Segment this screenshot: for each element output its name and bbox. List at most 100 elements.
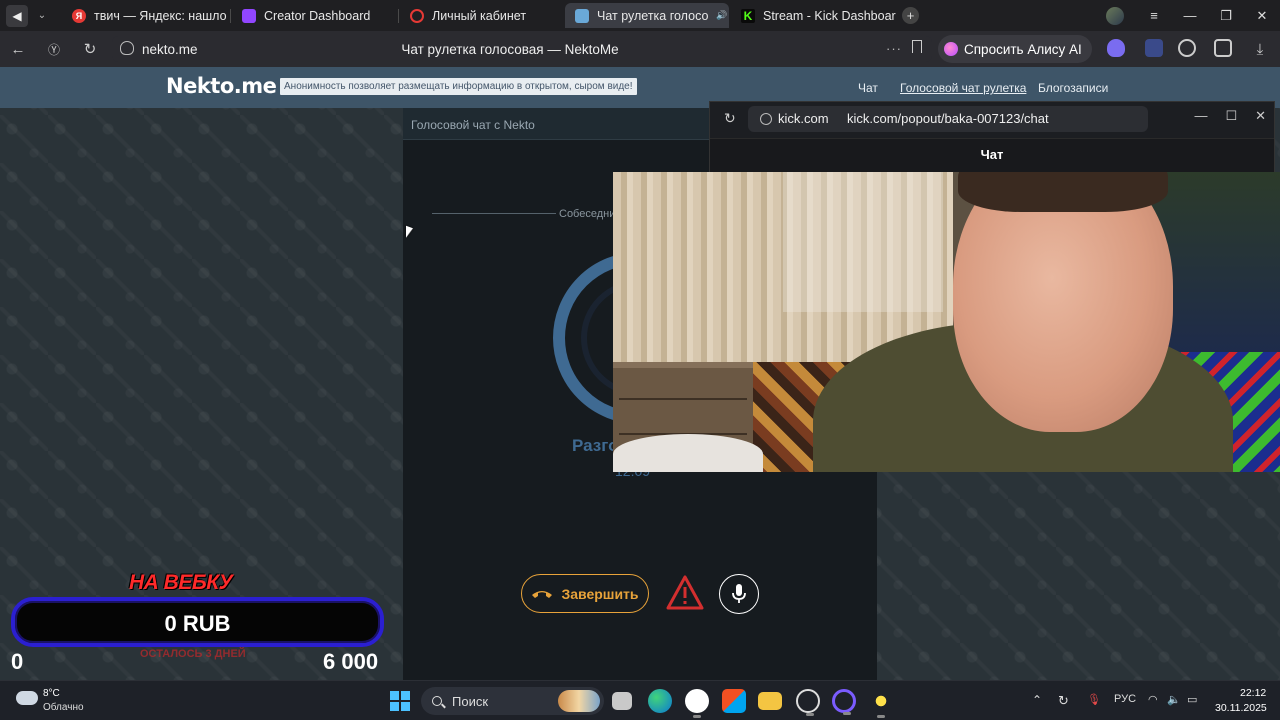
language-indicator[interactable]: РУС <box>1114 693 1136 705</box>
site-info-icon[interactable] <box>120 41 134 55</box>
speaker-icon[interactable]: 🔊 <box>716 10 727 21</box>
donation-goal-bar: 0 RUB <box>11 597 384 647</box>
kick-chat-popout-window: ↻ kick.com kick.com/popout/baka-007123/c… <box>709 101 1275 173</box>
mouse-cursor <box>406 225 413 241</box>
window-controls: ≡ — ❐ ✕ <box>1106 0 1280 31</box>
back-icon[interactable]: ← <box>0 41 36 58</box>
twitch-icon <box>242 8 256 23</box>
more-icon[interactable]: ··· <box>886 41 902 56</box>
webcam-drawer-line <box>619 398 747 400</box>
vpn-extension-icon[interactable] <box>1145 39 1163 57</box>
yandex-home-icon[interactable]: Ⓨ <box>36 41 72 58</box>
nav-chat[interactable]: Чат <box>858 81 878 95</box>
obs-icon[interactable] <box>796 689 820 716</box>
tab-creator-dashboard[interactable]: Creator Dashboard <box>232 3 397 28</box>
volume-icon[interactable]: 🔈 <box>1167 693 1181 706</box>
tab-divider <box>398 9 399 23</box>
task-view-icon[interactable] <box>612 692 632 710</box>
collections-icon[interactable] <box>1214 39 1232 57</box>
popout-window-controls: — ☐ ✕ <box>1194 108 1266 124</box>
tab-kick-dashboard[interactable]: K Stream - Kick Dashboard <box>731 3 896 28</box>
nav-blog[interactable]: Блогозаписи <box>1038 81 1108 95</box>
separator-text: Собеседни <box>559 208 616 220</box>
tray-overflow-icon[interactable]: ⌃ <box>1032 693 1042 707</box>
hang-up-icon <box>532 590 553 598</box>
popout-close-icon[interactable]: ✕ <box>1255 108 1266 124</box>
panel-title: Голосовой чат с Nekto <box>411 118 535 132</box>
media-play-icon[interactable] <box>1178 39 1196 57</box>
donation-goal-title: НА ВЕБКУ <box>129 571 233 594</box>
microphone-icon <box>732 584 746 603</box>
popout-reload-icon[interactable]: ↻ <box>724 110 736 127</box>
site-logo[interactable]: Nekto.me <box>166 74 277 98</box>
yandex-browser-icon[interactable] <box>685 689 709 718</box>
tab-label: Stream - Kick Dashboard <box>763 8 896 23</box>
popout-chat-header: Чат <box>710 138 1274 172</box>
tab-label: твич — Яндекс: нашлось <box>94 8 227 23</box>
edge-icon[interactable] <box>648 689 672 713</box>
clock-time[interactable]: 22:12 <box>1240 687 1266 699</box>
close-window-icon[interactable]: ✕ <box>1244 8 1280 24</box>
end-call-button[interactable]: Завершить <box>521 574 649 613</box>
battery-icon[interactable]: ▭ <box>1187 693 1197 706</box>
warning-icon <box>666 575 704 610</box>
new-tab-button[interactable]: + <box>902 7 919 24</box>
download-icon[interactable]: ⤓ <box>1242 41 1278 58</box>
donation-goal-min: 0 <box>11 649 24 674</box>
page-title: Чат рулетка голосовая — NektoMe <box>401 41 619 57</box>
donation-goal-remaining: ОСТАЛОСЬ 3 ДНЕЙ <box>140 648 246 660</box>
call-status-text: Разго <box>572 436 619 455</box>
alice-app-icon[interactable] <box>832 689 856 715</box>
tab-yandex-search[interactable]: Я твич — Яндекс: нашлось <box>62 3 227 28</box>
store-icon[interactable] <box>722 689 746 713</box>
popout-chat-title: Чат <box>980 147 1004 162</box>
tab-nekto-voice-chat[interactable]: Чат рулетка голосо 🔊 ✕ <box>565 3 729 28</box>
windows-taskbar: 8°C Облачно Поиск ⌃ ↻ 🎙 РУС ◠ 🔈 ▭ 22:12 … <box>0 680 1280 720</box>
cloud-icon[interactable] <box>16 691 38 705</box>
donation-goal-max: 6 000 <box>323 649 379 674</box>
tab-audio-icon[interactable]: ◀ <box>6 4 28 27</box>
sync-icon[interactable]: ↻ <box>1058 693 1069 709</box>
popout-maximize-icon[interactable]: ☐ <box>1225 108 1237 124</box>
reload-icon[interactable]: ↻ <box>72 40 108 58</box>
alice-icon <box>944 42 958 56</box>
clock-date[interactable]: 30.11.2025 <box>1215 702 1267 714</box>
tab-divider <box>230 9 231 23</box>
webcam-feed <box>613 172 1280 472</box>
nekto-icon <box>575 8 589 23</box>
tab-personal-cabinet[interactable]: Личный кабинет <box>400 3 560 28</box>
weather-temperature[interactable]: 8°C <box>43 688 60 699</box>
popout-site-info-icon[interactable] <box>760 113 772 125</box>
profile-avatar[interactable] <box>1106 6 1124 25</box>
alice-label: Спросить Алису AI <box>964 41 1082 57</box>
tab-list-chevron-icon[interactable]: ⌄ <box>34 10 50 21</box>
wifi-icon[interactable]: ◠ <box>1148 693 1158 706</box>
menu-icon[interactable]: ≡ <box>1136 8 1172 23</box>
restore-icon[interactable]: ❐ <box>1208 8 1244 24</box>
tab-label: Creator Dashboard <box>264 8 371 23</box>
start-button[interactable] <box>390 691 410 711</box>
file-explorer-icon[interactable] <box>758 692 782 710</box>
microphone-button[interactable] <box>719 574 759 614</box>
webcam-window-light <box>783 172 943 312</box>
microphone-tray-icon[interactable]: 🎙 <box>1087 693 1101 706</box>
end-call-label: Завершить <box>561 585 639 602</box>
taskbar-search[interactable]: Поиск <box>421 687 604 715</box>
opera-icon <box>410 8 424 23</box>
popout-domain: kick.com <box>778 111 829 126</box>
report-button[interactable] <box>665 574 705 612</box>
minimize-icon[interactable]: — <box>1172 8 1208 23</box>
bookmark-icon[interactable] <box>912 40 922 53</box>
popout-minimize-icon[interactable]: — <box>1194 108 1207 124</box>
webcam-fur-item <box>613 434 763 472</box>
tab-label: Личный кабинет <box>432 8 527 23</box>
popout-url: kick.com/popout/baka-007123/chat <box>847 111 1049 126</box>
tab-label: Чат рулетка голосо <box>597 8 709 23</box>
sparkle-app-icon[interactable] <box>869 689 893 718</box>
extension-icon[interactable] <box>1107 39 1125 57</box>
search-placeholder: Поиск <box>452 693 489 709</box>
ask-alice-button[interactable]: Спросить Алису AI <box>938 35 1092 63</box>
webcam-person-hair <box>958 172 1168 212</box>
weather-description[interactable]: Облачно <box>43 702 84 713</box>
nav-voice-chat[interactable]: Голосовой чат рулетка <box>900 81 1026 95</box>
